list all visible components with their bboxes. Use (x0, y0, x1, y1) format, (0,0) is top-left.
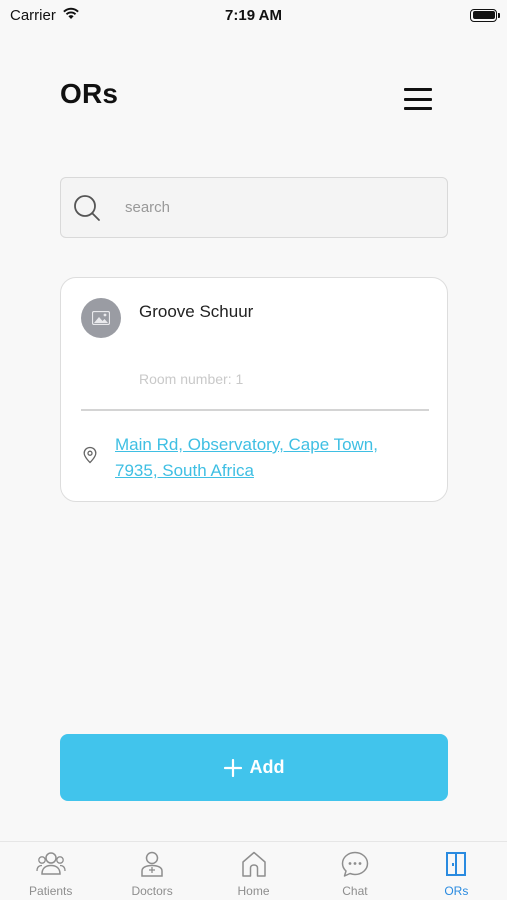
tab-doctors[interactable]: Doctors (101, 842, 202, 900)
tab-patients[interactable]: Patients (0, 842, 101, 900)
avatar (81, 298, 121, 338)
battery-icon (470, 8, 500, 22)
divider (81, 409, 429, 411)
location-pin-icon (83, 446, 97, 464)
page-title: ORs (60, 78, 119, 109)
room-number: Room number: 1 (139, 371, 244, 387)
tab-label-chat: Chat (342, 884, 368, 898)
tab-label-home: Home (237, 884, 270, 898)
tab-label-doctors: Doctors (131, 884, 173, 898)
tab-home[interactable]: Home (203, 842, 304, 900)
search-box[interactable] (60, 177, 448, 238)
door-icon (446, 852, 467, 876)
or-card[interactable]: Groove Schuur Room number: 1 Main Rd, Ob… (60, 277, 448, 502)
doctor-icon (141, 851, 163, 877)
tab-label-ors: ORs (444, 884, 469, 898)
wifi-icon (62, 6, 80, 24)
image-placeholder-icon (92, 311, 110, 325)
status-bar: Carrier 7:19 AM (0, 0, 507, 30)
home-icon (241, 851, 266, 877)
add-button[interactable]: Add (60, 734, 448, 801)
chat-icon (341, 851, 369, 877)
patients-icon (36, 852, 66, 875)
tab-label-patients: Patients (29, 884, 73, 898)
tab-chat[interactable]: Chat (304, 842, 405, 900)
tab-bar: Patients Doctors Home Chat ORs (0, 841, 507, 900)
address-link[interactable]: Main Rd, Observatory, Cape Town, 7935, S… (115, 432, 415, 484)
carrier-label: Carrier (10, 6, 56, 24)
or-name: Groove Schuur (139, 302, 254, 321)
plus-icon (223, 758, 242, 777)
search-icon (74, 194, 100, 221)
hamburger-menu-icon[interactable] (404, 88, 432, 110)
add-button-label: Add (249, 757, 285, 777)
search-input[interactable] (125, 199, 425, 216)
tab-ors[interactable]: ORs (406, 842, 507, 900)
status-left: Carrier (10, 6, 80, 24)
